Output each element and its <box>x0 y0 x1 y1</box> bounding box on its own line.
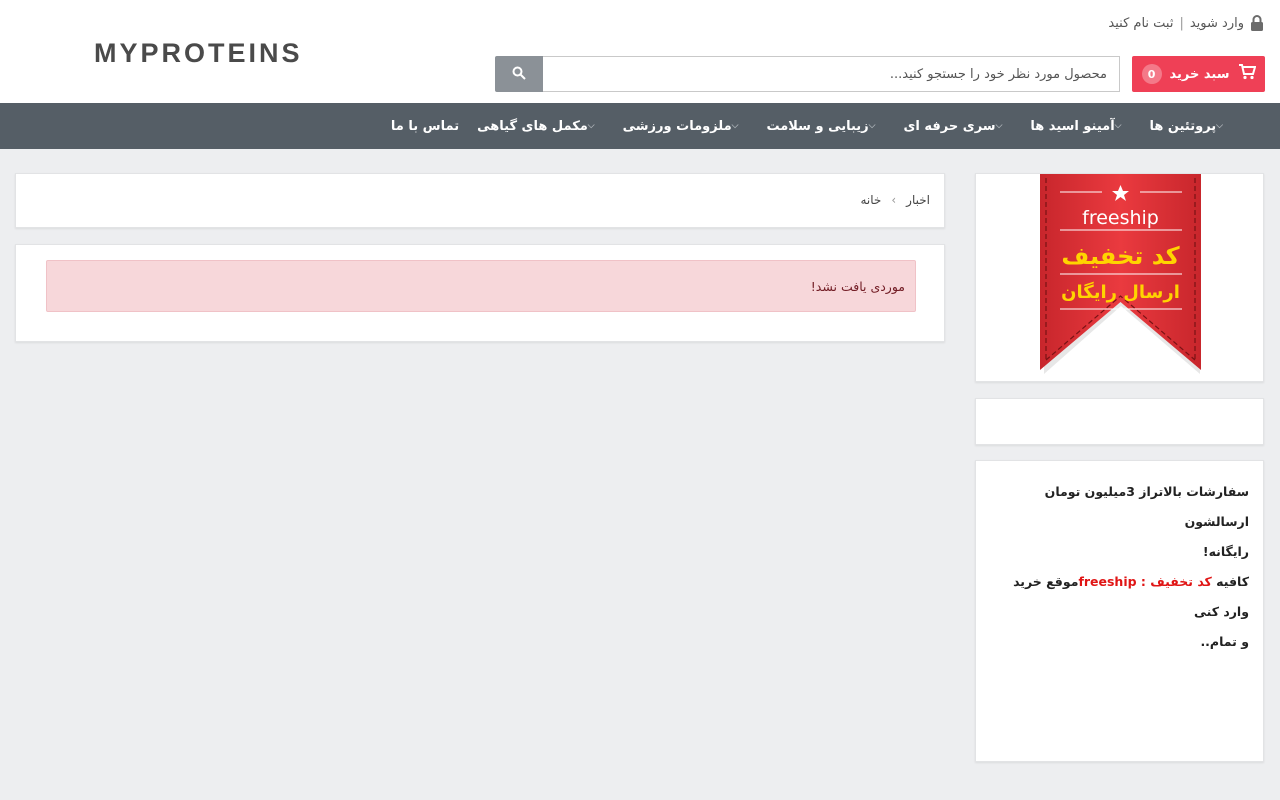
nav-item-label: مکمل های گیاهی <box>477 118 588 134</box>
nav-item-label: ملزومات ورزشی <box>622 118 732 134</box>
nav-item-label: آمینو اسید ها <box>1030 118 1115 134</box>
account-links: وارد شوید | ثبت نام کنید <box>1108 14 1264 32</box>
breadcrumb-panel: خانه › اخبار <box>15 173 945 228</box>
nav-item-label: پروتئین ها <box>1149 118 1217 134</box>
cart-icon <box>1238 64 1256 84</box>
shipping-info-widget: سفارشات بالاتراز 3میلیون تومان ارسالشون … <box>975 460 1264 762</box>
breadcrumb-home[interactable]: خانه <box>861 193 882 207</box>
promo-banner[interactable]: freeship کد تخفیف ارسال رایگان <box>975 173 1264 382</box>
breadcrumb-current: اخبار <box>906 193 930 207</box>
login-link[interactable]: وارد شوید <box>1190 16 1244 31</box>
cart-count-badge: 0 <box>1141 64 1162 84</box>
results-panel: موردی یافت نشد! <box>15 244 945 342</box>
breadcrumb-arrow-icon: › <box>891 193 897 207</box>
nav-item-sport-gear[interactable]: ملزومات ورزشی ⌵ <box>614 119 758 134</box>
sidebar-empty-widget <box>975 398 1264 445</box>
nav-item-proteins[interactable]: پروتئین ها ⌵ <box>1141 119 1243 134</box>
freeship-ribbon-image: freeship کد تخفیف ارسال رایگان <box>1040 174 1202 383</box>
no-results-alert: موردی یافت نشد! <box>46 260 916 312</box>
chevron-down-icon: ⌵ <box>731 121 739 131</box>
chevron-down-icon: ⌵ <box>1114 121 1122 131</box>
search-icon <box>512 65 526 84</box>
register-link[interactable]: ثبت نام کنید <box>1108 16 1173 31</box>
cart-button[interactable]: سبد خرید 0 <box>1132 56 1265 92</box>
promo-code-text: freeship <box>1082 207 1159 229</box>
site-header: MYPROTEINS وارد شوید | ثبت نام کنید سبد … <box>0 0 1280 103</box>
search-button[interactable] <box>495 56 543 92</box>
main-nav: پروتئین ها ⌵ آمینو اسید ها ⌵ سری حرفه ای… <box>0 103 1280 149</box>
nav-item-label: تماس با ما <box>390 118 460 134</box>
nav-item-label: زیبایی و سلامت <box>766 118 869 134</box>
nav-list: پروتئین ها ⌵ آمینو اسید ها ⌵ سری حرفه ای… <box>382 103 1242 149</box>
search-input[interactable] <box>543 56 1120 92</box>
nav-item-amino-acids[interactable]: آمینو اسید ها ⌵ <box>1021 119 1140 134</box>
chevron-down-icon: ⌵ <box>868 121 876 131</box>
chevron-down-icon: ⌵ <box>995 121 1003 131</box>
info-line-3-code: freeship <box>1078 574 1137 589</box>
nav-item-pro-series[interactable]: سری حرفه ای ⌵ <box>895 119 1022 134</box>
info-line-2: رایگانه! <box>1202 544 1249 559</box>
info-line-4: و تمام.. <box>1200 634 1249 649</box>
site-logo[interactable]: MYPROTEINS <box>94 38 303 69</box>
nav-item-contact[interactable]: تماس با ما <box>382 119 468 134</box>
promo-title-text: کد تخفیف <box>1061 242 1179 270</box>
nav-item-beauty-health[interactable]: زیبایی و سلامت ⌵ <box>757 119 894 134</box>
info-line-3: کافیه کد تخفیف : freeshipموقع خرید وارد … <box>990 567 1249 627</box>
chevron-down-icon: ⌵ <box>587 121 595 131</box>
info-line-3-code-label: کد تخفیف : <box>1136 574 1212 589</box>
info-line-1: سفارشات بالاتراز 3میلیون تومان ارسالشون <box>1044 484 1249 529</box>
promo-subtitle-text: ارسال رایگان <box>1061 281 1180 303</box>
breadcrumb: خانه › اخبار <box>861 193 931 207</box>
lock-icon <box>1250 15 1264 31</box>
account-separator: | <box>1179 15 1184 31</box>
info-line-3-a: کافیه <box>1211 574 1249 589</box>
nav-item-herbal[interactable]: مکمل های گیاهی ⌵ <box>468 119 614 134</box>
chevron-down-icon: ⌵ <box>1216 121 1223 131</box>
cart-label: سبد خرید <box>1169 66 1230 82</box>
nav-item-label: سری حرفه ای <box>903 118 996 134</box>
